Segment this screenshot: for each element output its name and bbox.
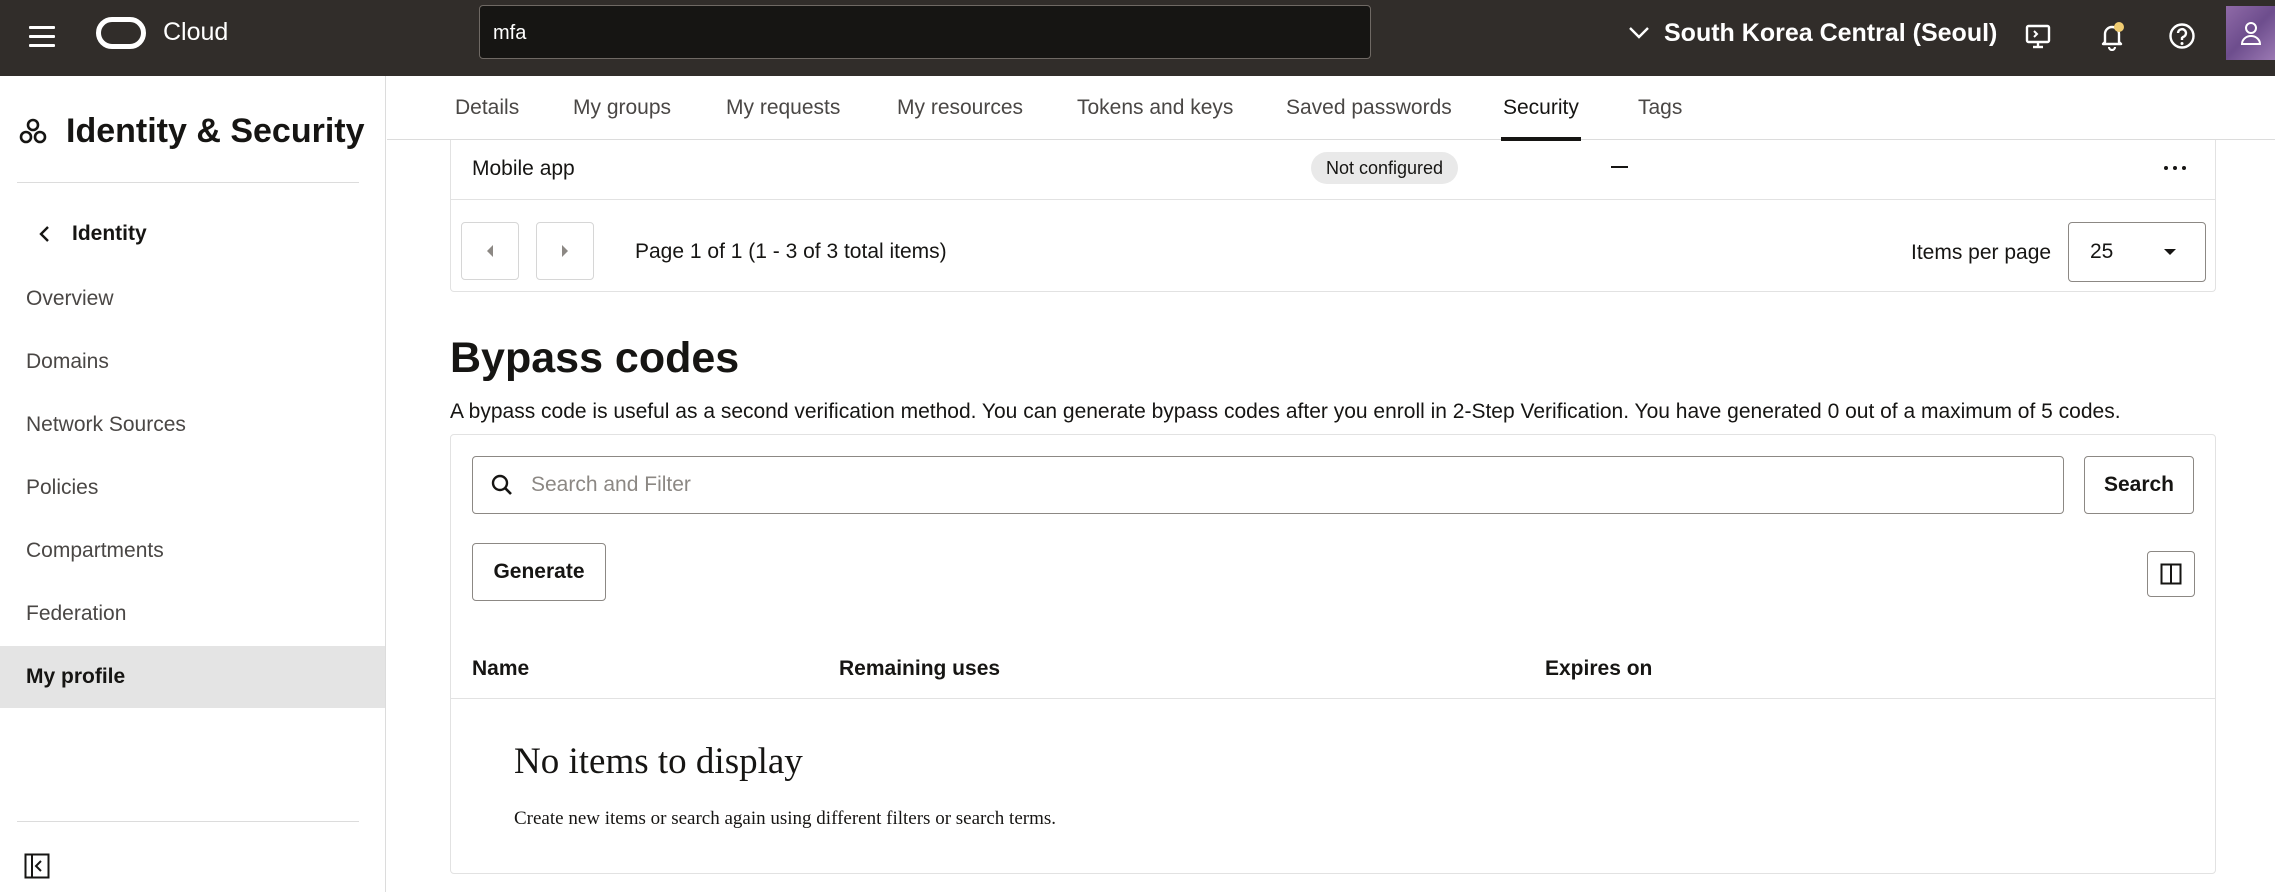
- mfa-methods-table: Mobile app Not configured Page 1 of 1 (1…: [450, 140, 2216, 292]
- column-header-expires-on[interactable]: Expires on: [1545, 657, 1652, 681]
- chevron-down-icon: [1629, 27, 1649, 39]
- region-label: South Korea Central (Seoul): [1664, 18, 1998, 47]
- tab-saved-passwords[interactable]: Saved passwords: [1286, 76, 1452, 140]
- top-bar: Cloud South Korea Central (Seoul): [0, 0, 2275, 76]
- sidebar-item-compartments[interactable]: Compartments: [0, 520, 385, 582]
- tab-my-requests[interactable]: My requests: [726, 76, 840, 140]
- empty-state-subtitle: Create new items or search again using d…: [514, 808, 1057, 829]
- sidebar-title: Identity & Security: [66, 112, 365, 150]
- sidebar-item-network-sources[interactable]: Network Sources: [0, 394, 385, 456]
- tab-my-resources[interactable]: My resources: [897, 76, 1023, 140]
- items-per-page-select[interactable]: 25: [2068, 222, 2206, 282]
- cloud-shell-icon[interactable]: [2021, 19, 2055, 53]
- chevron-left-icon: [39, 226, 49, 242]
- column-header-remaining-uses[interactable]: Remaining uses: [839, 657, 1000, 681]
- generate-button[interactable]: Generate: [472, 543, 606, 601]
- back-link-label: Identity: [72, 222, 147, 245]
- tab-tokens-and-keys[interactable]: Tokens and keys: [1077, 76, 1233, 140]
- back-to-identity-link[interactable]: Identity: [38, 222, 147, 246]
- bypass-codes-description: A bypass code is useful as a second veri…: [450, 400, 2121, 423]
- sidebar-item-my-profile[interactable]: My profile: [0, 646, 385, 708]
- bell-icon[interactable]: [2095, 19, 2129, 53]
- items-per-page-value: 25: [2090, 240, 2114, 263]
- menu-icon[interactable]: [26, 20, 60, 54]
- sidebar-item-domains[interactable]: Domains: [0, 331, 385, 393]
- search-button[interactable]: Search: [2084, 456, 2194, 514]
- pagination-status: Page 1 of 1 (1 - 3 of 3 total items): [635, 240, 947, 263]
- caret-down-icon: [2164, 249, 2176, 255]
- mfa-method-name: Mobile app: [472, 157, 575, 180]
- column-header-name[interactable]: Name: [472, 657, 529, 681]
- bypass-codes-table: Search Generate Name Remaining uses Expi…: [450, 434, 2216, 874]
- caret-left-icon: [487, 245, 493, 257]
- tab-tags[interactable]: Tags: [1638, 76, 1682, 140]
- oracle-logo[interactable]: [96, 17, 146, 49]
- bypass-codes-heading: Bypass codes: [450, 334, 740, 382]
- global-search-input[interactable]: [480, 6, 1370, 58]
- left-sidebar: Identity & Security Identity Overview Do…: [0, 76, 386, 892]
- tab-my-groups[interactable]: My groups: [573, 76, 671, 140]
- avatar[interactable]: [2226, 6, 2275, 60]
- search-and-filter[interactable]: [472, 456, 2064, 514]
- row-actions-menu-icon[interactable]: [2159, 156, 2191, 180]
- divider: [17, 182, 359, 183]
- sidebar-header: Identity & Security: [18, 112, 365, 151]
- next-page-button[interactable]: [536, 222, 594, 280]
- empty-state-title: No items to display: [514, 741, 803, 782]
- tab-security[interactable]: Security: [1501, 76, 1581, 141]
- divider: [17, 821, 359, 822]
- items-per-page-label: Items per page: [1911, 241, 2052, 264]
- region-selector[interactable]: South Korea Central (Seoul): [1628, 16, 1997, 50]
- table-header: Name Remaining uses Expires on: [451, 635, 2215, 699]
- previous-page-button[interactable]: [461, 222, 519, 280]
- sidebar-item-overview[interactable]: Overview: [0, 268, 385, 330]
- column-settings-icon[interactable]: [2147, 551, 2195, 597]
- sidebar-item-federation[interactable]: Federation: [0, 583, 385, 645]
- sidebar-item-policies[interactable]: Policies: [0, 457, 385, 519]
- profile-tabs: Details My groups My requests My resourc…: [387, 76, 2275, 141]
- search-input[interactable]: [513, 457, 2063, 513]
- global-search[interactable]: [479, 5, 1371, 59]
- status-badge: Not configured: [1311, 152, 1459, 184]
- identity-security-icon: [19, 118, 47, 143]
- empty-value-dash: [1611, 166, 1628, 168]
- user-icon: [2240, 22, 2261, 45]
- search-icon: [491, 474, 512, 495]
- table-row: Mobile app Not configured: [451, 140, 2215, 200]
- brand-name: Cloud: [163, 18, 229, 46]
- help-icon[interactable]: [2165, 19, 2199, 53]
- collapse-sidebar-icon[interactable]: [24, 853, 50, 884]
- caret-right-icon: [562, 245, 568, 257]
- tab-details[interactable]: Details: [455, 76, 519, 140]
